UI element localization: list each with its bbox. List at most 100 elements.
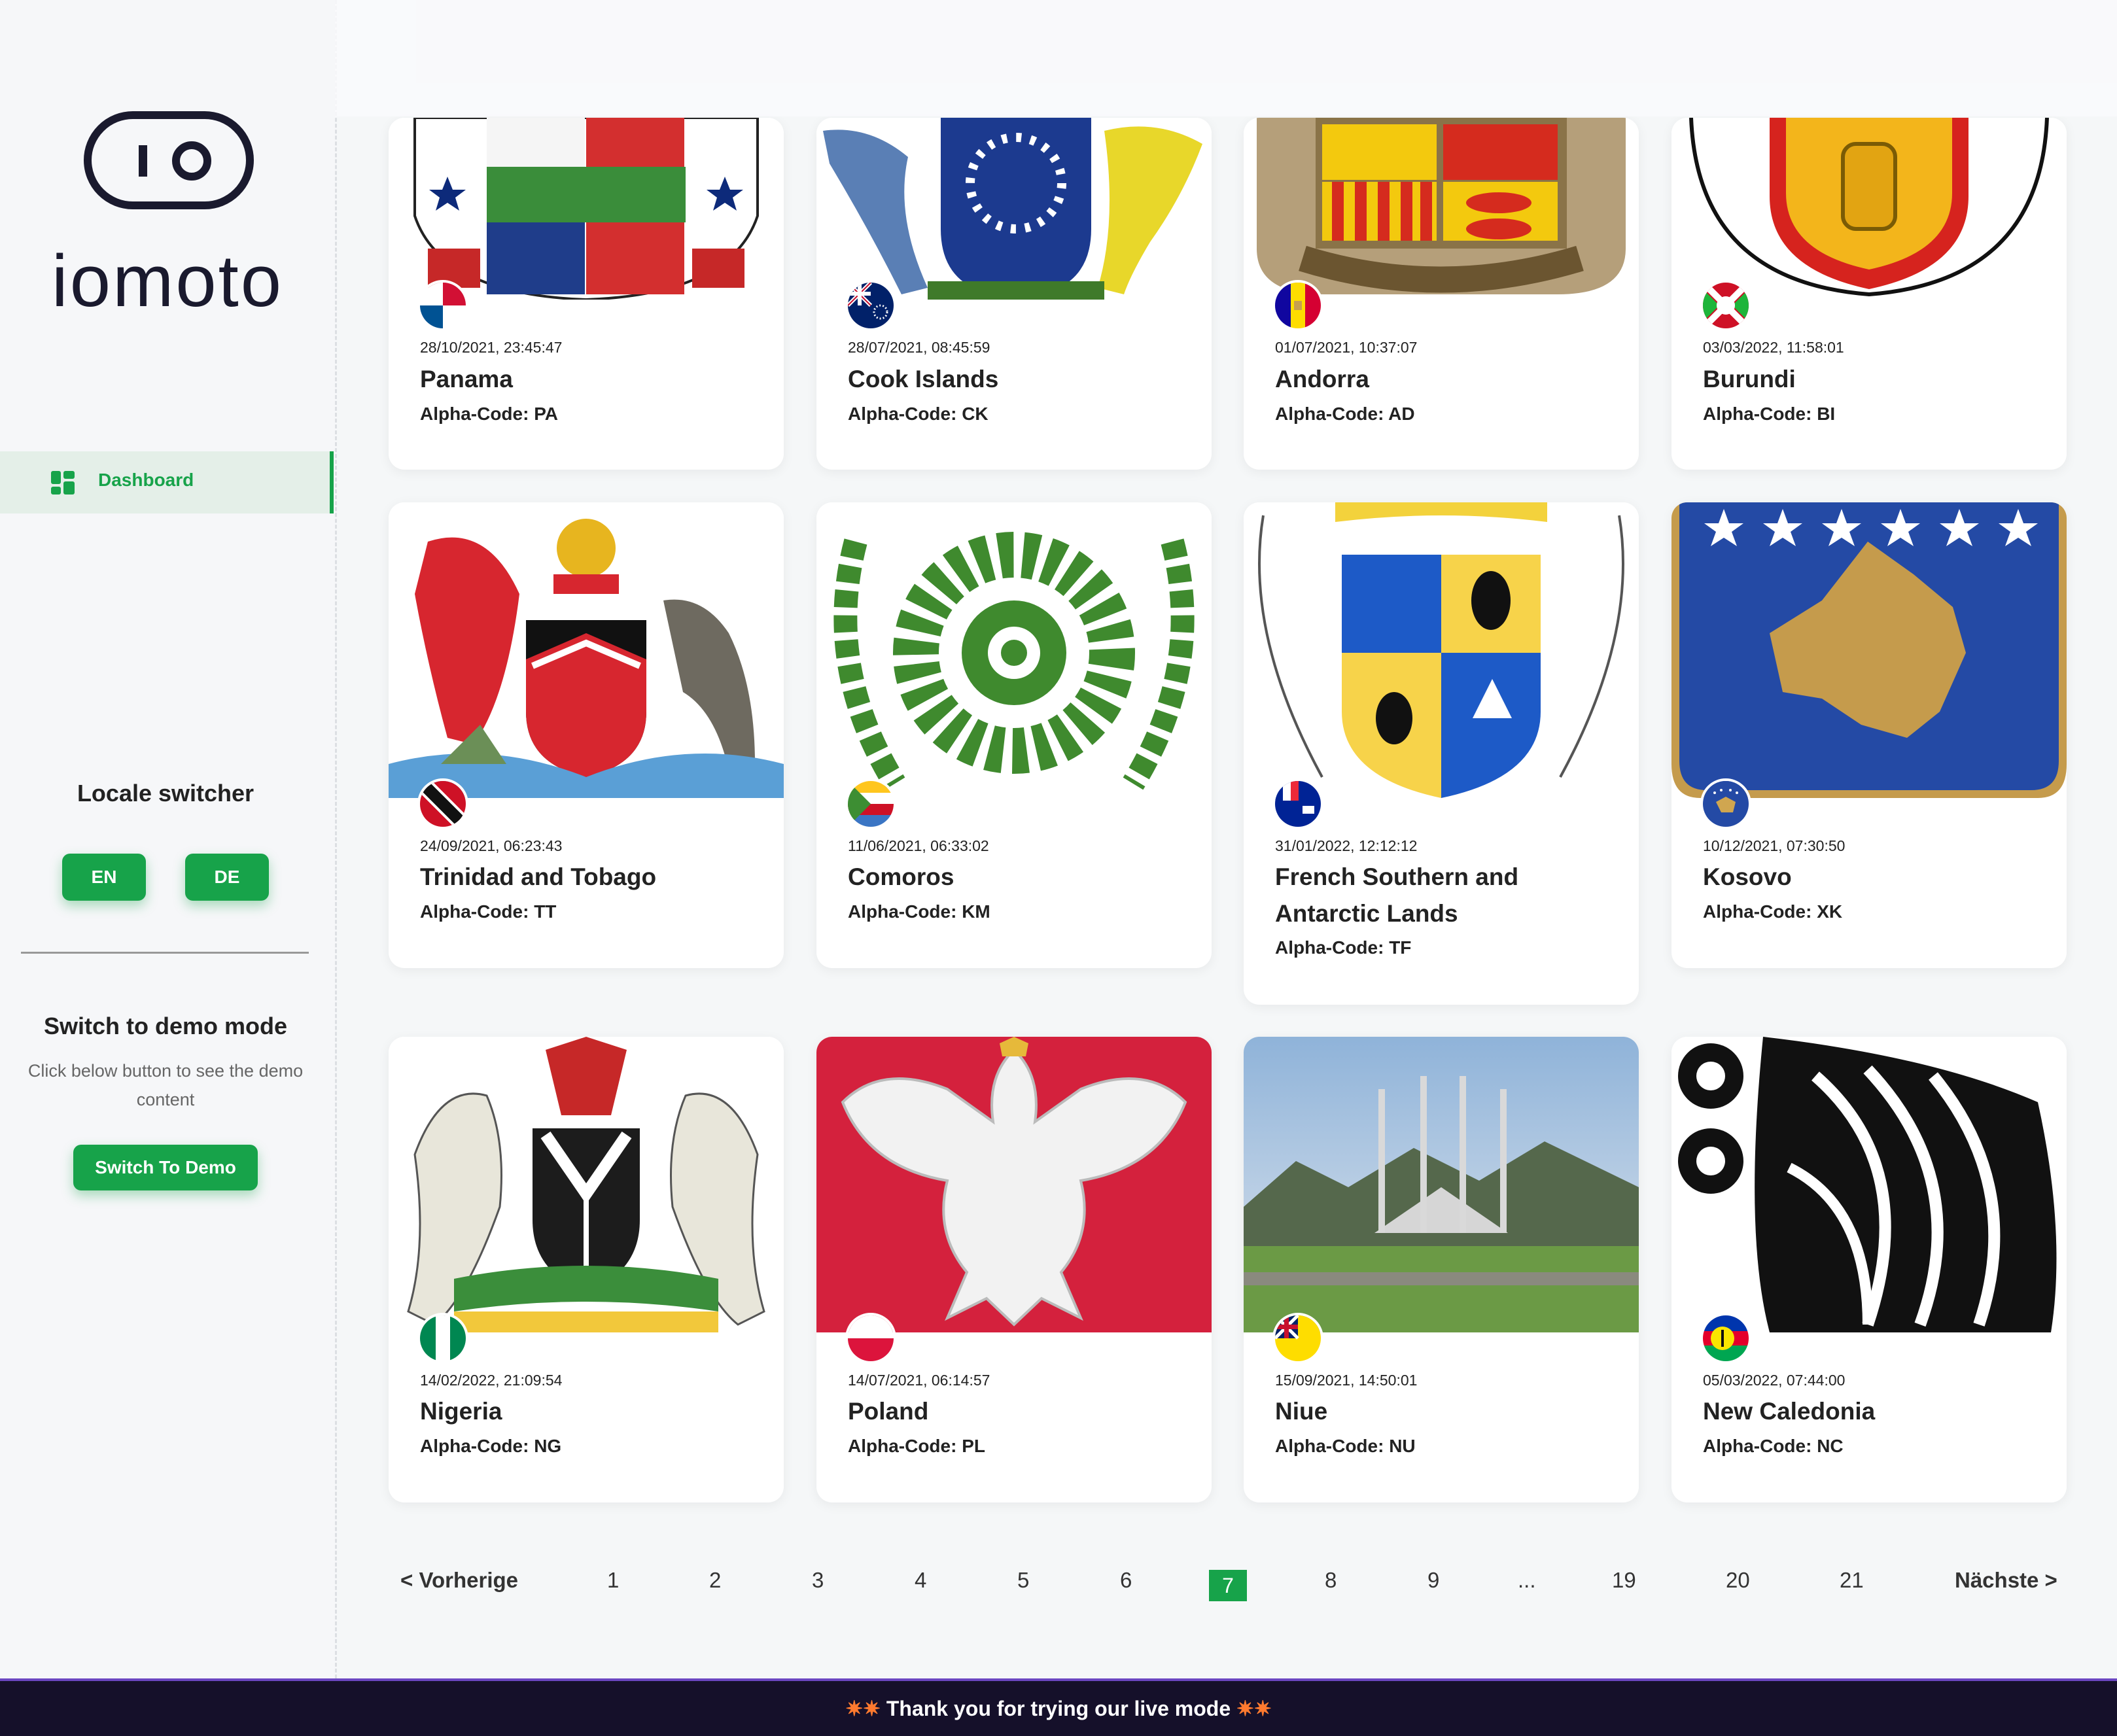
coat-of-arms-image xyxy=(389,1037,784,1332)
pagination-page[interactable]: 2 xyxy=(709,1568,721,1593)
card-date: 10/12/2021, 07:30:50 xyxy=(1703,837,1846,854)
pagination-page[interactable]: 6 xyxy=(1120,1568,1132,1593)
card-date: 24/09/2021, 06:23:43 xyxy=(420,837,563,854)
divider xyxy=(21,952,309,954)
locale-switcher-title: Locale switcher xyxy=(77,780,254,807)
pagination-page[interactable]: 8 xyxy=(1325,1568,1337,1593)
locale-de-button[interactable]: DE xyxy=(185,854,269,901)
card-country-name: Nigeria xyxy=(420,1398,502,1425)
live-mode-banner: ✷✷ Thank you for trying our live mode ✷✷ xyxy=(0,1678,2117,1736)
country-card-andorra[interactable]: 01/07/2021, 10:37:07 Andorra Alpha-Code:… xyxy=(1244,118,1639,470)
card-alpha-code: Alpha-Code: NU xyxy=(1275,1436,1416,1456)
flag-icon xyxy=(417,280,468,331)
card-alpha-code: Alpha-Code: BI xyxy=(1703,404,1836,424)
card-country-name: French Southern and Antarctic Lands xyxy=(1275,863,1519,927)
sparkle-icon: ✷✷ xyxy=(845,1697,881,1720)
country-card-kosovo[interactable]: 10/12/2021, 07:30:50 Kosovo Alpha-Code: … xyxy=(1671,502,2067,968)
card-alpha-code: Alpha-Code: AD xyxy=(1275,404,1415,424)
card-date: 05/03/2022, 07:44:00 xyxy=(1703,1372,1846,1389)
flag-icon xyxy=(417,778,468,829)
country-card-new-caledonia[interactable]: 05/03/2022, 07:44:00 New Caledonia Alpha… xyxy=(1671,1037,2067,1502)
flag-icon xyxy=(1700,280,1751,331)
coat-of-arms-image xyxy=(816,118,1212,300)
pagination-page[interactable]: 3 xyxy=(812,1568,824,1593)
country-card-poland[interactable]: 14/07/2021, 06:14:57 Poland Alpha-Code: … xyxy=(816,1037,1212,1502)
flag-icon xyxy=(1700,1313,1751,1364)
card-country-name: New Caledonia xyxy=(1703,1398,1876,1425)
card-alpha-code: Alpha-Code: NG xyxy=(420,1436,562,1456)
card-date: 28/10/2021, 23:45:47 xyxy=(420,339,563,356)
card-country-name: Niue xyxy=(1275,1398,1328,1425)
country-card-french-southern-and-antarctic-lands[interactable]: 31/01/2022, 12:12:12 French Southern and… xyxy=(1244,502,1639,1005)
live-mode-text: Thank you for trying our live mode xyxy=(886,1697,1231,1720)
card-alpha-code: Alpha-Code: CK xyxy=(848,404,989,424)
demo-mode-description: Click below button to see the demo conte… xyxy=(27,1061,304,1109)
flag-icon xyxy=(1700,778,1751,829)
pagination-ellipsis: ... xyxy=(1518,1568,1536,1592)
coat-of-arms-image xyxy=(1244,1037,1639,1332)
switch-to-demo-button[interactable]: Switch To Demo xyxy=(73,1145,258,1190)
country-card-cook-islands[interactable]: 28/07/2021, 08:45:59 Cook Islands Alpha-… xyxy=(816,118,1212,470)
coat-of-arms-image xyxy=(1244,502,1639,798)
card-country-name: Burundi xyxy=(1703,366,1796,392)
card-country-name: Poland xyxy=(848,1398,929,1425)
flag-icon xyxy=(1272,1313,1323,1364)
pagination-page[interactable]: 9 xyxy=(1427,1568,1439,1593)
pagination-prev[interactable]: < Vorherige xyxy=(400,1568,518,1593)
coat-of-arms-image xyxy=(1671,118,2067,300)
pagination-page[interactable]: 1 xyxy=(607,1568,619,1593)
card-date: 15/09/2021, 14:50:01 xyxy=(1275,1372,1418,1389)
coat-of-arms-image xyxy=(389,502,784,798)
country-card-niue[interactable]: 15/09/2021, 14:50:01 Niue Alpha-Code: NU xyxy=(1244,1037,1639,1502)
card-date: 11/06/2021, 06:33:02 xyxy=(848,837,989,854)
flag-icon xyxy=(845,778,896,829)
sparkle-icon: ✷✷ xyxy=(1236,1697,1272,1720)
scroll-fade-overlay xyxy=(335,0,2117,116)
pagination-next[interactable]: Nächste > xyxy=(1955,1568,2057,1593)
country-card-burundi[interactable]: 03/03/2022, 11:58:01 Burundi Alpha-Code:… xyxy=(1671,118,2067,470)
pagination-page-current[interactable]: 7 xyxy=(1209,1570,1247,1601)
card-country-name: Cook Islands xyxy=(848,366,999,392)
pagination-page[interactable]: 19 xyxy=(1612,1568,1636,1593)
card-alpha-code: Alpha-Code: TF xyxy=(1275,937,1412,958)
pagination-page[interactable]: 20 xyxy=(1726,1568,1750,1593)
country-card-trinidad-and-tobago[interactable]: 24/09/2021, 06:23:43 Trinidad and Tobago… xyxy=(389,502,784,968)
dashboard-icon xyxy=(51,471,75,495)
card-alpha-code: Alpha-Code: PA xyxy=(420,404,559,424)
card-alpha-code: Alpha-Code: PL xyxy=(848,1436,985,1456)
flag-icon xyxy=(1272,778,1323,829)
card-date: 28/07/2021, 08:45:59 xyxy=(848,339,990,356)
coat-of-arms-image xyxy=(816,1037,1212,1332)
coat-of-arms-image xyxy=(1671,1037,2067,1332)
coat-of-arms-image xyxy=(389,118,784,300)
card-alpha-code: Alpha-Code: XK xyxy=(1703,901,1843,922)
pagination-page[interactable]: 4 xyxy=(915,1568,926,1593)
flag-icon xyxy=(845,1313,896,1364)
card-date: 31/01/2022, 12:12:12 xyxy=(1275,837,1418,854)
country-card-nigeria[interactable]: 14/02/2022, 21:09:54 Nigeria Alpha-Code:… xyxy=(389,1037,784,1502)
card-alpha-code: Alpha-Code: KM xyxy=(848,901,990,922)
pagination-page[interactable]: 21 xyxy=(1840,1568,1864,1593)
flag-icon xyxy=(417,1313,468,1364)
coat-of-arms-image xyxy=(1244,118,1639,300)
card-alpha-code: Alpha-Code: TT xyxy=(420,901,557,922)
flag-icon xyxy=(845,280,896,331)
sidebar-item-dashboard[interactable]: Dashboard xyxy=(0,451,334,513)
coat-of-arms-image xyxy=(816,502,1212,798)
flag-icon xyxy=(1272,280,1323,331)
sidebar: iomoto Dashboard Locale switcher EN DE S… xyxy=(0,0,337,1678)
demo-mode-title: Switch to demo mode xyxy=(43,1013,288,1039)
card-date: 14/02/2022, 21:09:54 xyxy=(420,1372,563,1389)
sidebar-item-label: Dashboard xyxy=(98,470,194,490)
card-alpha-code: Alpha-Code: NC xyxy=(1703,1436,1844,1456)
locale-en-button[interactable]: EN xyxy=(62,854,146,901)
card-country-name: Andorra xyxy=(1275,366,1369,392)
pagination-page[interactable]: 5 xyxy=(1017,1568,1029,1593)
card-date: 14/07/2021, 06:14:57 xyxy=(848,1372,990,1389)
card-date: 01/07/2021, 10:37:07 xyxy=(1275,339,1418,356)
brand-name: iomoto xyxy=(51,240,284,322)
country-card-panama[interactable]: 28/10/2021, 23:45:47 Panama Alpha-Code: … xyxy=(389,118,784,470)
country-card-comoros[interactable]: 11/06/2021, 06:33:02 Comoros Alpha-Code:… xyxy=(816,502,1212,968)
coat-of-arms-image xyxy=(1671,502,2067,798)
card-country-name: Kosovo xyxy=(1703,863,1792,890)
